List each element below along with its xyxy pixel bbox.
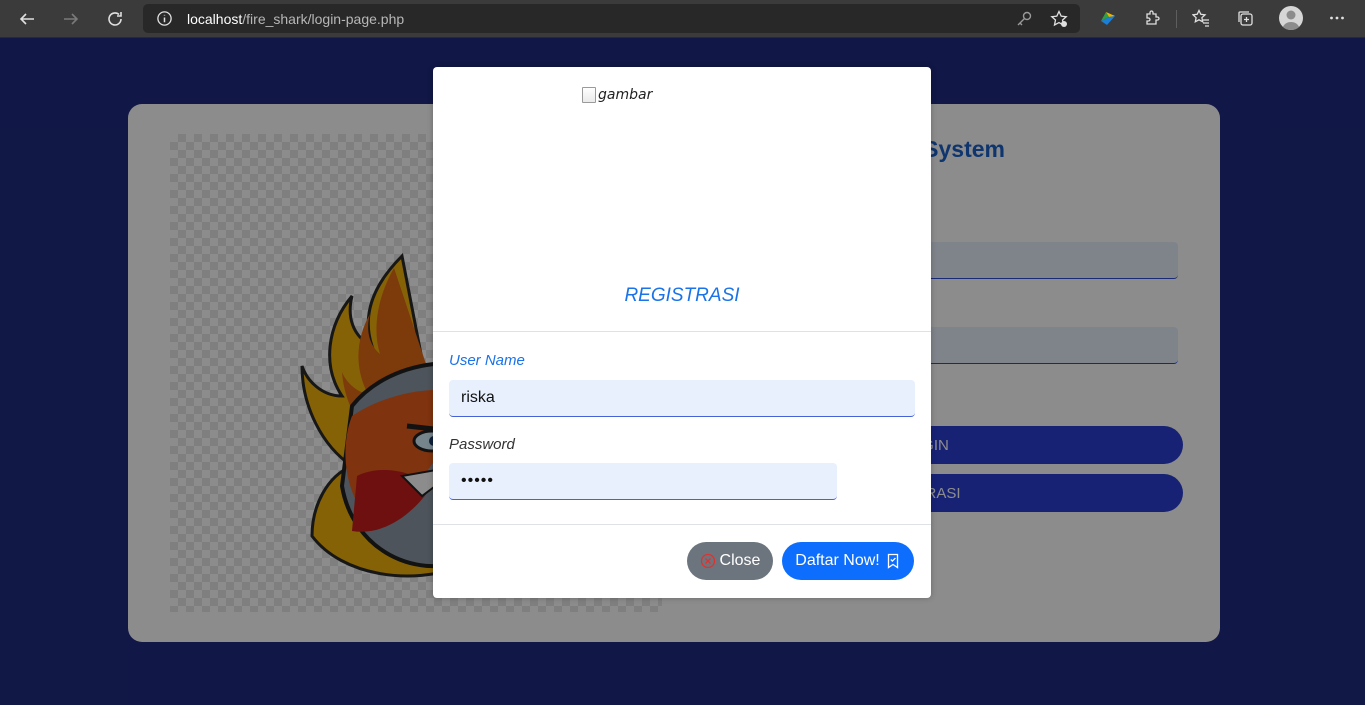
modal-footer-divider xyxy=(433,524,931,525)
image-alt-text: gambar xyxy=(598,87,653,103)
modal-header-divider xyxy=(433,331,931,332)
favorite-add-icon[interactable] xyxy=(1050,10,1068,28)
extension-color-button[interactable] xyxy=(1096,6,1120,30)
username-input[interactable]: riska xyxy=(449,380,915,417)
close-button[interactable]: Close xyxy=(687,542,773,580)
register-submit-button[interactable]: Daftar Now! xyxy=(782,542,914,580)
forward-button[interactable] xyxy=(57,5,85,33)
more-button[interactable] xyxy=(1325,6,1349,30)
refresh-button[interactable] xyxy=(101,5,129,33)
favorites-button[interactable] xyxy=(1189,6,1213,30)
forward-icon xyxy=(64,13,79,25)
more-icon xyxy=(1330,16,1344,20)
username-label: User Name xyxy=(449,352,525,369)
close-circle-icon xyxy=(700,553,715,569)
refresh-icon xyxy=(108,12,122,26)
url-text[interactable]: localhost/fire_shark/login-page.php xyxy=(187,11,404,27)
collections-button[interactable] xyxy=(1233,6,1257,30)
url-path: /fire_shark/login-page.php xyxy=(242,11,405,27)
profile-icon[interactable] xyxy=(1279,6,1303,30)
back-icon xyxy=(19,13,34,25)
back-button[interactable] xyxy=(13,5,41,33)
register-submit-label: Daftar Now! xyxy=(795,552,880,569)
extensions-icon xyxy=(1146,10,1160,25)
password-value: ••••• xyxy=(461,472,495,489)
favorites-icon xyxy=(1192,9,1209,27)
url-host: localhost xyxy=(187,11,243,27)
extension-color-icon xyxy=(1101,12,1115,25)
info-icon[interactable] xyxy=(156,10,173,27)
modal-image: gambar xyxy=(582,87,652,103)
password-input[interactable]: ••••• xyxy=(449,463,837,500)
address-bar[interactable]: localhost/fire_shark/login-page.php xyxy=(143,4,1080,33)
password-label: Password xyxy=(449,436,515,453)
close-button-label: Close xyxy=(719,552,761,569)
bookmark-check-icon xyxy=(887,553,898,569)
username-value: riska xyxy=(461,389,495,406)
extensions-button[interactable] xyxy=(1140,6,1164,30)
modal-title: REGISTRASI xyxy=(624,285,740,306)
collections-icon xyxy=(1238,11,1253,26)
broken-image-icon xyxy=(582,87,596,103)
key-icon[interactable] xyxy=(1015,10,1033,28)
browser-toolbar: localhost/fire_shark/login-page.php xyxy=(0,0,1365,38)
register-modal: gambar REGISTRASI User Name riska Passwo… xyxy=(433,67,931,598)
toolbar-divider xyxy=(1176,10,1177,28)
